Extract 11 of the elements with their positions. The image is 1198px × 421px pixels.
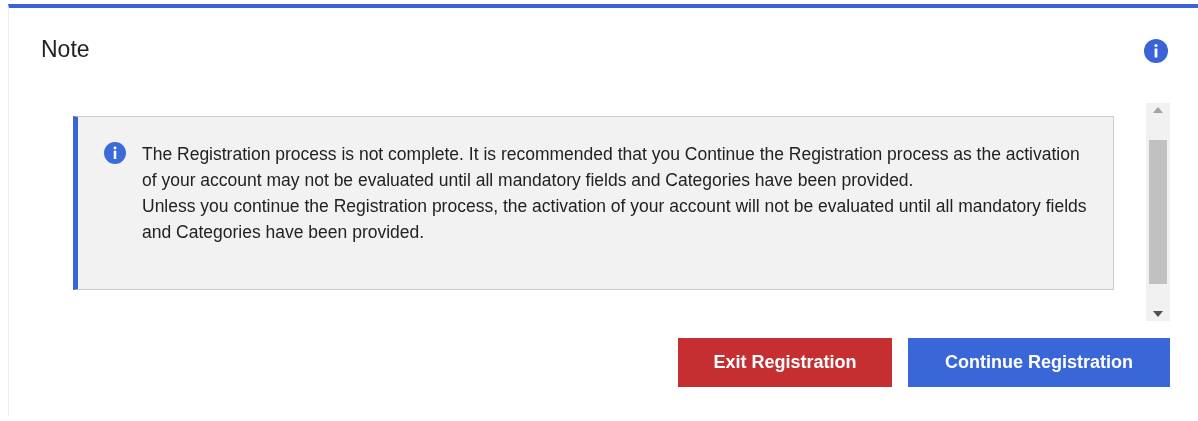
- info-icon: [104, 142, 126, 164]
- continue-button[interactable]: Continue Registration: [908, 338, 1170, 387]
- scrollbar[interactable]: [1146, 103, 1170, 321]
- scrollbar-thumb[interactable]: [1149, 140, 1167, 284]
- info-icon[interactable]: [1144, 39, 1168, 63]
- scroll-up-icon[interactable]: [1153, 107, 1163, 113]
- exit-button[interactable]: Exit Registration: [678, 338, 892, 387]
- dialog-title: Note: [41, 38, 90, 61]
- alert-message: The Registration process is not complete. It is recommended that you Continue the Registration process as the activation of your account may not be evaluated until all mandatory fields and Categories have been provided.: [142, 143, 1081, 192]
- scroll-down-icon[interactable]: [1153, 311, 1163, 317]
- alert-message: Unless you continue the Registration process, the activation of your account will not be evaluated until all mandatory fields and Categories have been provided.: [142, 195, 1088, 244]
